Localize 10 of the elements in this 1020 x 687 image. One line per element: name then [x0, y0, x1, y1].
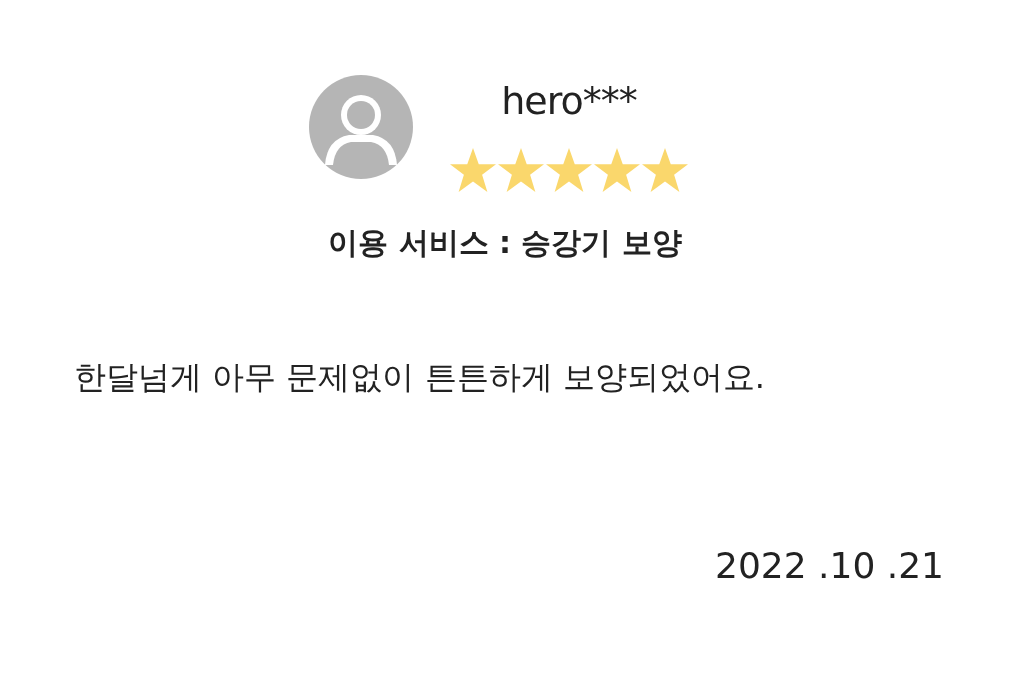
star-icon	[593, 147, 641, 193]
star-icon	[497, 147, 545, 193]
review-text: 한달넘게 아무 문제없이 튼튼하게 보양되었어요.	[74, 357, 766, 398]
avatar-icon	[309, 75, 413, 179]
star-icon	[449, 147, 497, 193]
review-date: 2022 .10 .21	[714, 544, 944, 588]
star-icon	[545, 147, 593, 193]
reviewer-name: hero***	[501, 79, 637, 123]
service-label: 이용 서비스 : 승강기 보양	[327, 224, 683, 262]
star-icon	[641, 147, 689, 193]
